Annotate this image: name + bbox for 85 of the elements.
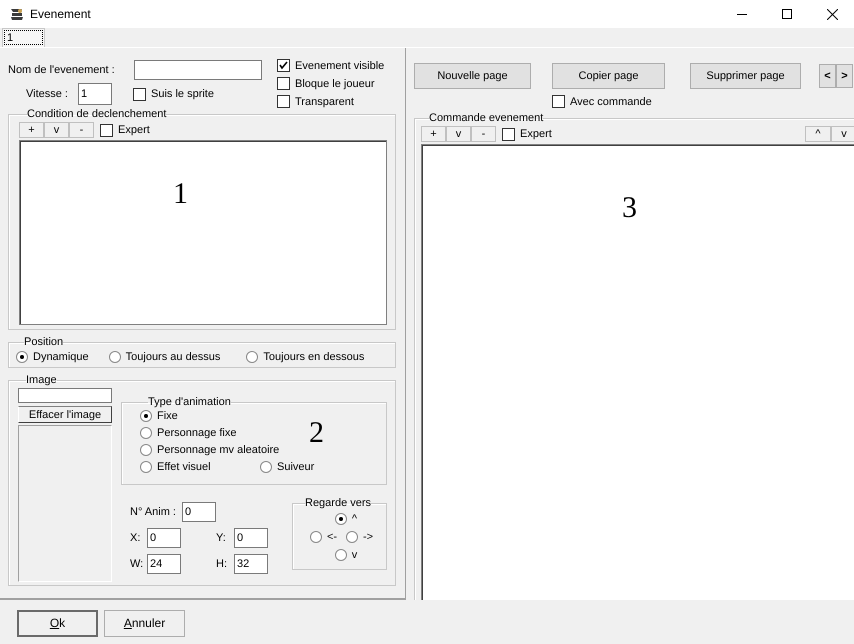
annotation-number: 2 xyxy=(309,416,324,450)
radio-button[interactable] xyxy=(140,410,152,422)
field-label: H: xyxy=(216,558,228,570)
radio-label: v xyxy=(352,549,358,561)
toolbar-button[interactable]: v xyxy=(446,126,471,142)
number-field[interactable]: 0 xyxy=(147,528,181,548)
checkbox-label: Suis le sprite xyxy=(151,88,214,100)
checkbox[interactable] xyxy=(100,124,113,136)
nav-button[interactable]: > xyxy=(836,64,853,88)
field-label: N° Anim : xyxy=(130,506,177,518)
checkbox[interactable] xyxy=(133,88,146,100)
radio-label: Toujours au dessus xyxy=(126,351,220,363)
group-title: Type d'animation xyxy=(148,396,231,408)
checkbox[interactable] xyxy=(277,77,290,90)
window-title: Evenement xyxy=(30,7,91,21)
toolbar-button[interactable]: ^ xyxy=(805,126,831,142)
group-title: Regarde vers xyxy=(305,497,372,509)
checkbox[interactable] xyxy=(502,128,515,140)
checkbox[interactable] xyxy=(277,59,290,72)
image-field[interactable] xyxy=(18,388,112,403)
checkbox-label: Avec commande xyxy=(570,96,652,108)
page-button[interactable]: Copier page xyxy=(552,63,665,89)
number-field[interactable]: 32 xyxy=(234,554,268,574)
toolbar-button[interactable]: - xyxy=(471,126,496,142)
toolbar-button[interactable]: v xyxy=(44,122,69,138)
radio-label: ^ xyxy=(352,513,358,525)
command-list[interactable]: 3 xyxy=(421,144,854,600)
radio-label: Personnage mv aleatoire xyxy=(157,444,280,456)
toolbar-button[interactable]: v xyxy=(831,126,854,142)
radio-button[interactable] xyxy=(108,351,121,363)
field-label: Nom de l'evenement : xyxy=(8,64,116,76)
field-label: Y: xyxy=(216,532,227,544)
radio-label: Personnage fixe xyxy=(157,427,236,439)
checkbox[interactable] xyxy=(277,95,290,108)
group-title: Image xyxy=(26,374,57,386)
app-icon xyxy=(9,6,25,22)
page-tab[interactable]: 1 xyxy=(2,28,45,47)
maximize-icon[interactable] xyxy=(782,9,792,19)
radio-label: Toujours en dessous xyxy=(263,351,364,363)
radio-button[interactable] xyxy=(260,461,272,473)
condition-list[interactable]: 1 xyxy=(19,140,387,325)
number-field[interactable]: 0 xyxy=(234,528,268,548)
speed-field[interactable]: 1 xyxy=(78,83,112,105)
annotation-number: 3 xyxy=(622,191,637,225)
field-label: W: xyxy=(130,558,144,570)
dialog-button[interactable]: Annuler xyxy=(104,610,185,636)
radio-button[interactable] xyxy=(140,461,152,473)
nav-button[interactable]: < xyxy=(819,64,836,88)
radio-button[interactable] xyxy=(16,351,28,363)
checkbox-label: Expert xyxy=(118,124,150,136)
group-title: Condition de declenchement xyxy=(27,108,166,120)
checkbox-label: Evenement visible xyxy=(295,60,384,72)
field-label: X: xyxy=(130,532,142,544)
close-icon[interactable] xyxy=(827,8,838,20)
checkbox-label: Transparent xyxy=(295,96,354,108)
group-title: Position xyxy=(24,336,64,348)
radio-label: Fixe xyxy=(157,410,178,422)
anim-number-field[interactable]: 0 xyxy=(182,502,216,522)
checkbox-label: Bloque le joueur xyxy=(295,78,375,90)
radio-button[interactable] xyxy=(140,444,152,456)
radio-button[interactable] xyxy=(246,351,258,363)
radio-label: Suiveur xyxy=(277,461,314,473)
page-button[interactable]: Supprimer page xyxy=(690,63,801,89)
toolbar-button[interactable]: + xyxy=(421,126,446,142)
radio-button[interactable] xyxy=(334,513,347,525)
toolbar-button[interactable]: + xyxy=(19,122,44,138)
clear-image-button[interactable]: Effacer l'image xyxy=(18,406,112,423)
checkbox[interactable] xyxy=(552,95,565,108)
radio-label: <- xyxy=(327,531,338,543)
radio-button[interactable] xyxy=(334,549,347,561)
radio-button[interactable] xyxy=(346,531,358,543)
dialog-button[interactable]: Ok xyxy=(17,610,98,636)
toolbar-button[interactable]: - xyxy=(69,122,94,138)
radio-label: -> xyxy=(363,531,374,543)
number-field[interactable]: 24 xyxy=(147,554,181,574)
page-button[interactable]: Nouvelle page xyxy=(414,63,531,89)
checkbox-label: Expert xyxy=(520,128,552,140)
event-name-field[interactable] xyxy=(134,60,262,80)
radio-button[interactable] xyxy=(310,531,322,543)
group-title: Commande evenement xyxy=(429,112,544,124)
field-label: Vitesse : xyxy=(26,88,69,100)
radio-label: Dynamique xyxy=(33,351,89,363)
radio-label: Effet visuel xyxy=(157,461,211,473)
annotation-number: 1 xyxy=(173,177,188,211)
radio-button[interactable] xyxy=(140,427,152,439)
